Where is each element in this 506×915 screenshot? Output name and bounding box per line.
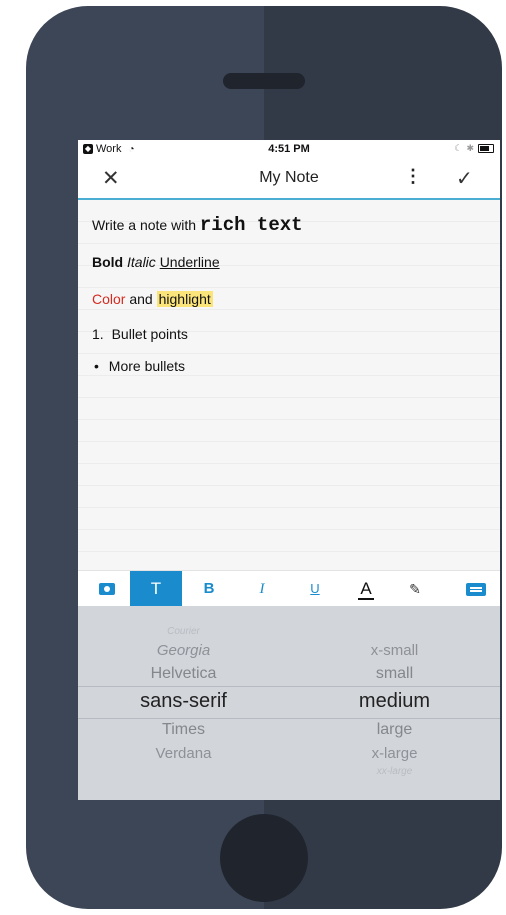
picker-item-font[interactable]: Helvetica xyxy=(78,665,289,683)
note-line-rich-text: Write a note with rich text xyxy=(92,214,303,236)
check-icon[interactable]: ✓ xyxy=(456,166,473,191)
text-color-label: A xyxy=(360,579,372,598)
bluetooth-icon: ✱ xyxy=(466,143,474,153)
list-item-text: Bullet points xyxy=(111,326,188,342)
highlighted-text: highlight xyxy=(156,291,213,307)
underline-button[interactable]: U xyxy=(297,571,333,607)
camera-button[interactable] xyxy=(89,571,125,607)
note-line-formatting: Bold Italic Underline xyxy=(92,254,220,270)
list-number: 1. xyxy=(92,326,104,342)
battery-icon xyxy=(478,144,494,153)
status-bar: ◆ Work ◔ 4:51 PM ☾ ✱ xyxy=(78,140,500,158)
bullet-item-text: More bullets xyxy=(108,358,186,374)
colored-text: Color xyxy=(92,291,126,307)
picker-item-size[interactable]: x-large xyxy=(289,745,500,762)
bullet-glyph: • xyxy=(94,358,99,374)
bullet-list-item: • More bullets xyxy=(92,358,185,374)
picker-item-font-selected[interactable]: sans-serif xyxy=(78,690,289,713)
keyboard-button[interactable] xyxy=(458,571,494,607)
bold-button[interactable]: B xyxy=(191,571,227,607)
picker-item-size[interactable]: small xyxy=(289,665,500,683)
italic-text: Italic xyxy=(127,254,156,270)
text-color-button[interactable]: A xyxy=(348,571,384,607)
keyboard-icon xyxy=(466,582,486,596)
camera-icon xyxy=(99,583,115,596)
italic-button[interactable]: I xyxy=(244,571,280,607)
picker-item-font[interactable]: Courier xyxy=(78,626,289,637)
rich-text-word: rich text xyxy=(199,214,303,236)
moon-icon: ☾ xyxy=(454,143,463,153)
color-underline-bar xyxy=(358,598,374,600)
phone-speaker xyxy=(223,73,305,89)
highlighter-button[interactable]: ✎ xyxy=(397,571,433,607)
page-title: My Note xyxy=(259,169,319,186)
more-vertical-icon[interactable]: ⋮ xyxy=(404,166,422,187)
note-line-color: Color and highlight xyxy=(92,291,213,307)
font-size-column[interactable]: x-small small medium large x-large xx-la… xyxy=(289,606,500,800)
underline-text: Underline xyxy=(159,254,220,270)
formatting-toolbar: T B I U A ✎ xyxy=(78,570,500,607)
and-text: and xyxy=(129,291,153,307)
picker-item-size[interactable]: x-small xyxy=(289,642,500,659)
status-time: 4:51 PM xyxy=(268,143,310,155)
bold-text: Bold xyxy=(92,254,124,270)
note-header: ✕ My Note ⋮ ✓ xyxy=(78,158,500,200)
phone-frame: ◆ Work ◔ 4:51 PM ☾ ✱ ✕ My Note ⋮ ✓ Write… xyxy=(26,6,502,909)
picker-item-size[interactable]: large xyxy=(289,721,500,739)
status-right: ☾ ✱ xyxy=(454,143,494,154)
highlighter-icon: ✎ xyxy=(409,581,421,597)
picker-item-size[interactable]: xx-large xyxy=(289,766,500,777)
app-screen: ◆ Work ◔ 4:51 PM ☾ ✱ ✕ My Note ⋮ ✓ Write… xyxy=(78,140,500,800)
picker-item-size-selected[interactable]: medium xyxy=(289,690,500,713)
font-picker[interactable]: Courier Georgia Helvetica sans-serif Tim… xyxy=(78,606,500,800)
picker-item-font[interactable]: Georgia xyxy=(78,642,289,659)
picker-item-font[interactable]: Verdana xyxy=(78,745,289,762)
note-editor[interactable]: Write a note with rich text Bold Italic … xyxy=(78,200,500,570)
text-style-button[interactable]: T xyxy=(130,571,182,607)
font-family-column[interactable]: Courier Georgia Helvetica sans-serif Tim… xyxy=(78,606,289,800)
picker-item-font[interactable]: Times xyxy=(78,721,289,739)
home-button[interactable] xyxy=(220,814,308,902)
line1-prefix: Write a note with xyxy=(92,217,200,233)
numbered-list-item: 1. Bullet points xyxy=(92,326,188,342)
